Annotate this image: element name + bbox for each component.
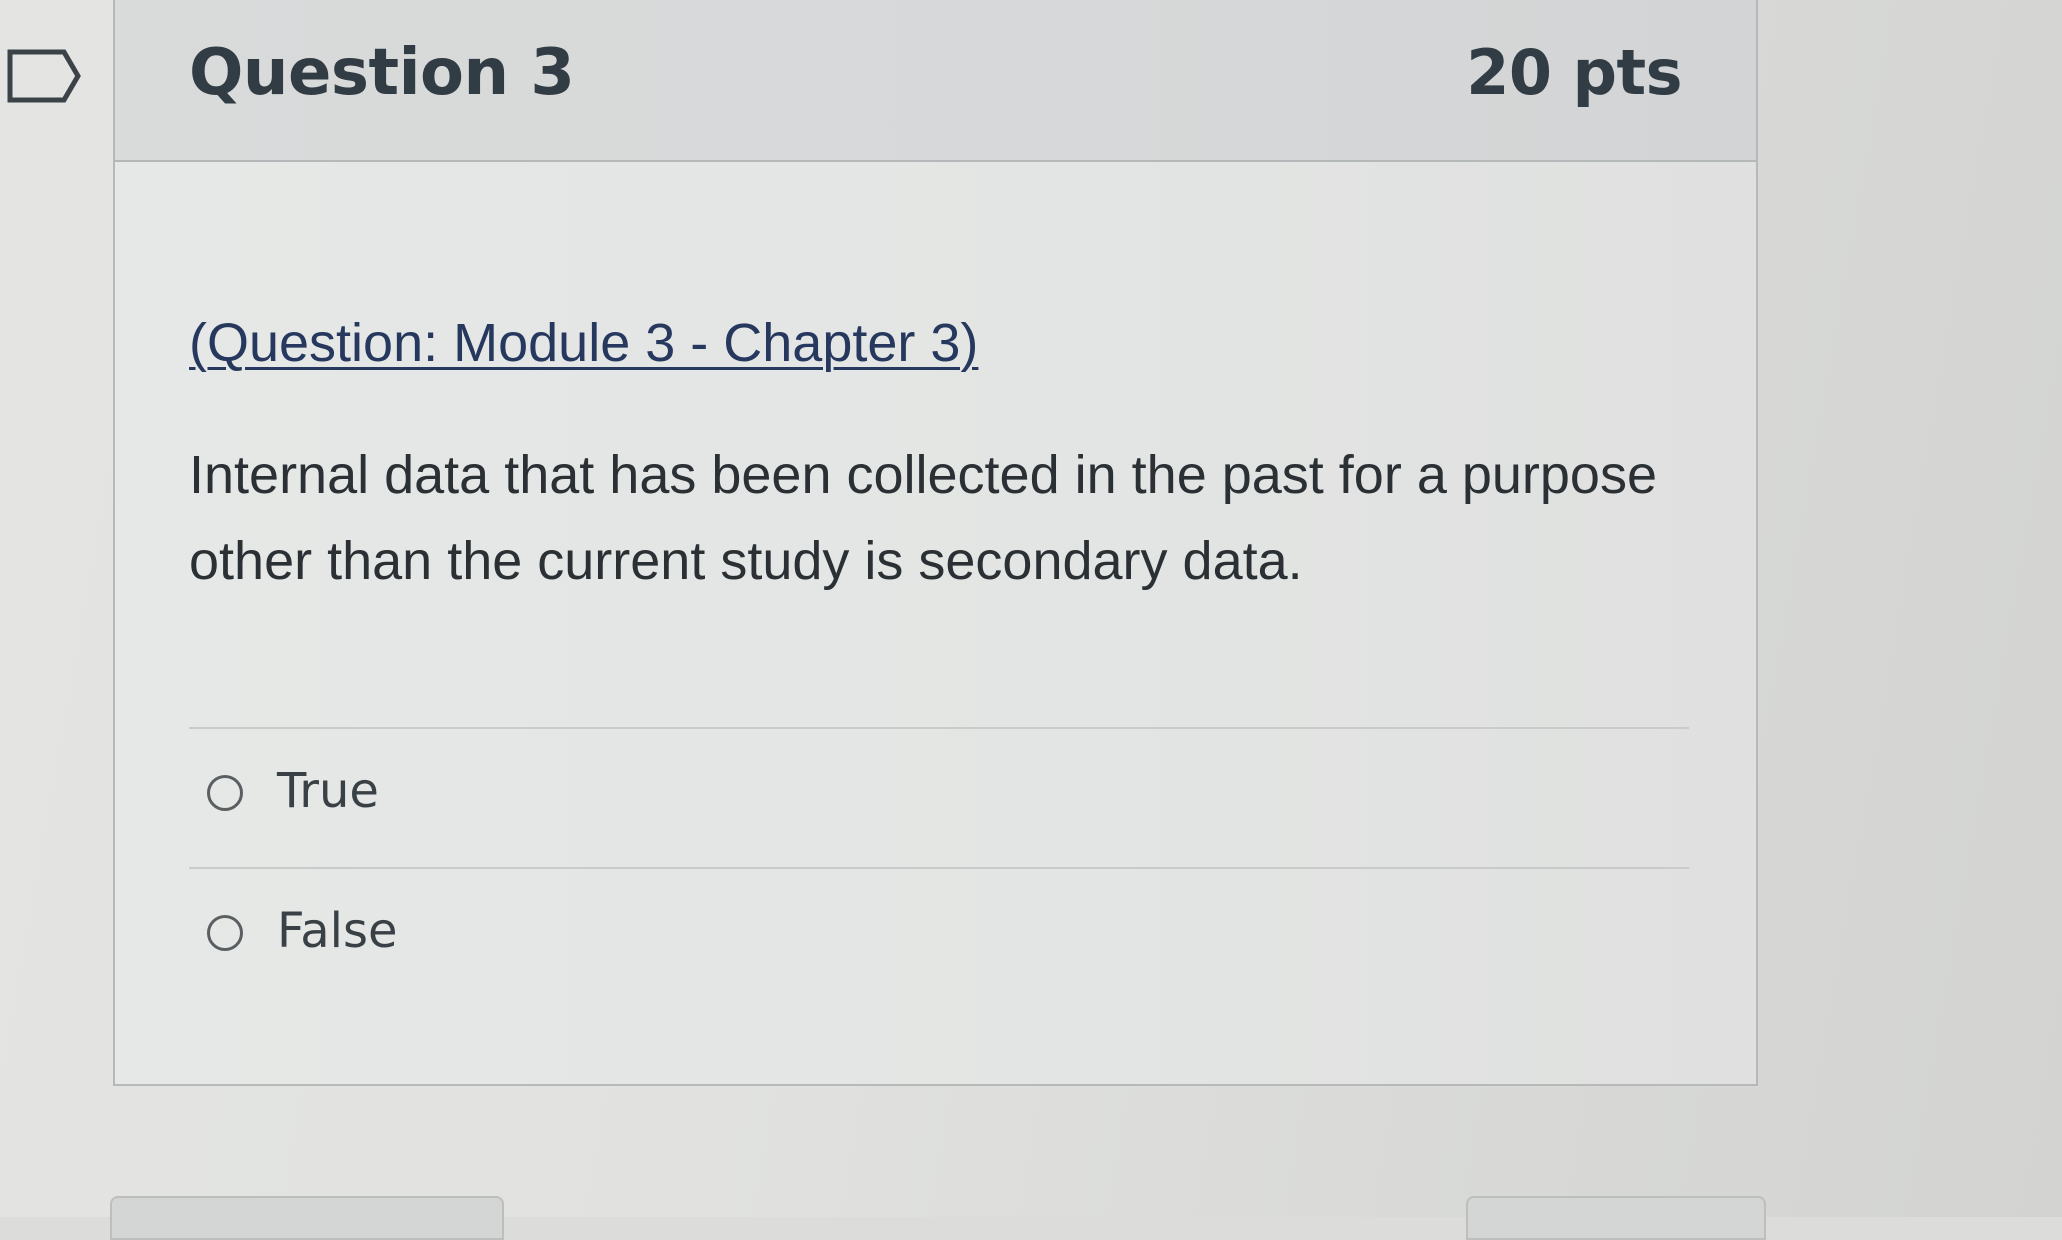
- answer-option-false[interactable]: False: [189, 867, 1689, 1007]
- question-card: Question 3 20 pts (Question: Module 3 - …: [113, 0, 1758, 1086]
- answer-list: True False: [189, 727, 1689, 1007]
- question-header: Question 3 20 pts: [115, 0, 1756, 162]
- question-text: Internal data that has been collected in…: [189, 445, 1657, 591]
- answer-label-true: True: [277, 763, 379, 819]
- answer-option-true[interactable]: True: [189, 727, 1689, 867]
- question-title: Question 3: [189, 36, 575, 110]
- answer-label-false: False: [277, 903, 398, 959]
- question-points: 20 pts: [1466, 36, 1682, 109]
- flag-question-icon[interactable]: [6, 46, 82, 106]
- radio-button-true[interactable]: [207, 775, 243, 811]
- next-button[interactable]: [1466, 1196, 1766, 1240]
- previous-button[interactable]: [110, 1196, 504, 1240]
- quiz-page: Question 3 20 pts (Question: Module 3 - …: [0, 0, 2062, 1240]
- radio-button-false[interactable]: [207, 915, 243, 951]
- module-chapter-link[interactable]: (Question: Module 3 - Chapter 3): [189, 312, 978, 374]
